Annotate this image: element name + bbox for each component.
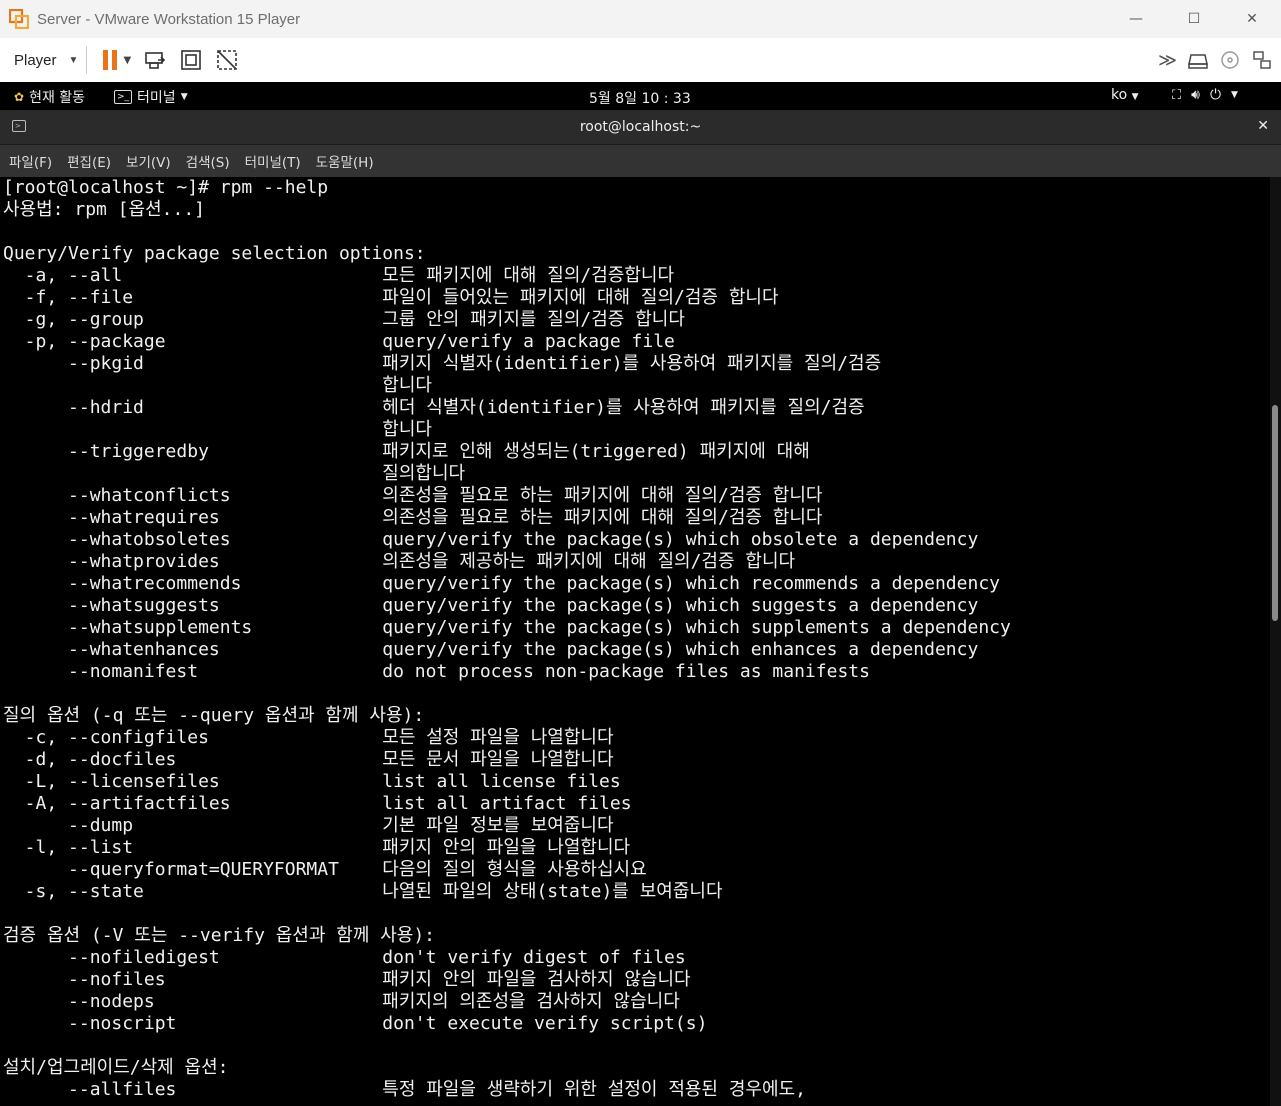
terminal-line: -s, --state 나열된 파일의 상태(state)를 보여줍니다 bbox=[3, 881, 723, 902]
terminal-line: --queryformat=QUERYFORMAT 다음의 질의 형식을 사용하… bbox=[3, 859, 647, 880]
activities-label: 현재 활동 bbox=[29, 90, 86, 106]
menu-help[interactable]: 도움말(H) bbox=[316, 151, 374, 171]
terminal-line: --hdrid 헤더 식별자(identifier)를 사용하여 패키지를 질의… bbox=[3, 397, 865, 418]
terminal-line: --whatprovides 의존성을 제공하는 패키지에 대해 질의/검증 합… bbox=[3, 551, 796, 572]
terminal-app-icon: >_ bbox=[114, 90, 133, 104]
terminal-menubar: 파일(F) 편집(E) 보기(V) 검색(S) 터미널(T) 도움말(H) bbox=[0, 145, 1281, 177]
app-menu-button[interactable]: >_ 터미널 ▼ bbox=[114, 87, 188, 107]
player-menu-button[interactable]: Player ▼ bbox=[14, 52, 78, 69]
terminal-line: --whatconflicts 의존성을 필요로 하는 패키지에 대해 질의/검… bbox=[3, 485, 823, 506]
app-menu-label: 터미널 bbox=[137, 90, 176, 106]
cd-dvd-icon[interactable] bbox=[1219, 49, 1241, 71]
input-language-label: ko bbox=[1111, 87, 1128, 103]
terminal-line: --nodeps 패키지의 의존성을 검사하지 않습니다 bbox=[3, 991, 680, 1012]
network-adapter-icon[interactable] bbox=[1251, 49, 1273, 71]
player-menu-label: Player bbox=[14, 51, 57, 69]
vmware-titlebar: Server - VMware Workstation 15 Player — … bbox=[0, 0, 1281, 38]
terminal-close-icon[interactable]: ✕ bbox=[1257, 118, 1269, 134]
volume-icon: 🔊︎ bbox=[1191, 87, 1200, 103]
terminal-line: --noscript don't execute verify script(s… bbox=[3, 1013, 708, 1034]
system-menu-button[interactable]: ⛶ 🔊︎ ⏻ ▼ bbox=[1172, 87, 1238, 103]
gnome-top-bar: ✿ 현재 활동 >_ 터미널 ▼ 5월 8일 10 : 33 ko ▼ ⛶ 🔊︎… bbox=[0, 82, 1281, 110]
vmware-logo-icon bbox=[8, 8, 30, 30]
scrollbar-thumb[interactable] bbox=[1272, 405, 1278, 621]
activities-button[interactable]: ✿ 현재 활동 bbox=[14, 87, 85, 107]
chevron-down-icon: ▼ bbox=[68, 54, 79, 66]
terminal-line: -l, --list 패키지 안의 파일을 나열합니다 bbox=[3, 837, 631, 858]
terminal-line: --whatsuggests query/verify the package(… bbox=[3, 595, 979, 616]
input-language-button[interactable]: ko ▼ bbox=[1111, 87, 1139, 103]
more-devices-icon[interactable]: ≫ bbox=[1158, 50, 1177, 71]
clock[interactable]: 5월 8일 10 : 33 bbox=[589, 88, 691, 108]
toolbar-divider bbox=[86, 46, 88, 74]
terminal-title: root@localhost:~ bbox=[579, 119, 702, 135]
terminal-line: -p, --package query/verify a package fil… bbox=[3, 331, 675, 352]
terminal-line: -a, --all 모든 패키지에 대해 질의/검증합니다 bbox=[3, 265, 675, 286]
terminal-line: --allfiles 특정 파일을 생략하기 위한 설정이 적용된 경우에도, bbox=[3, 1079, 806, 1100]
terminal-line: -f, --file 파일이 들어있는 패키지에 대해 질의/검증 합니다 bbox=[3, 287, 779, 308]
terminal-line: -A, --artifactfiles list all artifact fi… bbox=[3, 793, 632, 814]
terminal-line: --whatrequires 의존성을 필요로 하는 패키지에 대해 질의/검증… bbox=[3, 507, 823, 528]
terminal-scrollbar[interactable] bbox=[1270, 177, 1281, 1106]
close-button[interactable]: ✕ bbox=[1223, 0, 1281, 38]
minimize-button[interactable]: — bbox=[1107, 0, 1165, 38]
terminal-line: --whatrecommends query/verify the packag… bbox=[3, 573, 1000, 594]
terminal-line: --whatsupplements query/verify the packa… bbox=[3, 617, 1011, 638]
terminal-line: --whatobsoletes query/verify the package… bbox=[3, 529, 979, 550]
menu-terminal[interactable]: 터미널(T) bbox=[245, 151, 301, 171]
terminal-line: 합니다 bbox=[3, 419, 432, 440]
chevron-down-icon: ▼ bbox=[180, 92, 188, 102]
window-title: Server - VMware Workstation 15 Player bbox=[37, 10, 301, 28]
terminal-line: Query/Verify package selection options: bbox=[3, 243, 426, 264]
terminal-line: 사용법: rpm [옵션...] bbox=[3, 199, 206, 220]
terminal-line: --triggeredby 패키지로 인해 생성되는(triggered) 패키… bbox=[3, 441, 810, 462]
terminal-headerbar: > root@localhost:~ ✕ bbox=[0, 110, 1281, 145]
terminal-line: --dump 기본 파일 정보를 보여줍니다 bbox=[3, 815, 614, 836]
menu-file[interactable]: 파일(F) bbox=[9, 151, 52, 171]
terminal-line: -c, --configfiles 모든 설정 파일을 나열합니다 bbox=[3, 727, 614, 748]
network-wired-icon: ⛶ bbox=[1172, 87, 1182, 103]
terminal-line: --whatenhances query/verify the package(… bbox=[3, 639, 979, 660]
menu-edit[interactable]: 편집(E) bbox=[67, 151, 111, 171]
terminal-line: 질의합니다 bbox=[3, 463, 466, 484]
maximize-button[interactable]: ☐ bbox=[1165, 0, 1223, 38]
pause-dropdown-icon[interactable]: ▼ bbox=[123, 55, 131, 66]
power-icon: ⏻ bbox=[1209, 87, 1222, 103]
terminal-line: --pkgid 패키지 식별자(identifier)를 사용하여 패키지를 질… bbox=[3, 353, 882, 374]
hard-disk-icon[interactable] bbox=[1187, 49, 1209, 71]
terminal-line: -g, --group 그룹 안의 패키지를 질의/검증 합니다 bbox=[3, 309, 685, 330]
pause-icon[interactable] bbox=[103, 50, 118, 70]
terminal-line: 질의 옵션 (-q 또는 --query 옵션과 함께 사용): bbox=[3, 705, 425, 726]
send-ctrl-alt-del-icon[interactable] bbox=[143, 48, 167, 72]
terminal-line: -L, --licensefiles list all license file… bbox=[3, 771, 621, 792]
terminal-line: [root@localhost ~]# rpm --help bbox=[3, 177, 329, 198]
gnome-foot-icon: ✿ bbox=[14, 90, 25, 104]
menu-view[interactable]: 보기(V) bbox=[126, 151, 171, 171]
menu-search[interactable]: 검색(S) bbox=[186, 151, 230, 171]
terminal-line: 설치/업그레이드/삭제 옵션: bbox=[3, 1057, 229, 1078]
unity-mode-icon[interactable] bbox=[215, 48, 239, 72]
terminal-line: 합니다 bbox=[3, 375, 432, 396]
terminal-line: --nofiles 패키지 안의 파일을 검사하지 않습니다 bbox=[3, 969, 691, 990]
terminal-output[interactable]: [root@localhost ~]# rpm --help 사용법: rpm [… bbox=[0, 177, 1270, 1106]
vmware-toolbar: Player ▼ ▼ ≫ bbox=[0, 38, 1281, 83]
terminal-line: 검증 옵션 (-V 또는 --verify 옵션과 함께 사용): bbox=[3, 925, 436, 946]
chevron-down-icon: ▼ bbox=[1131, 92, 1139, 102]
terminal-line: --nomanifest do not process non-package … bbox=[3, 661, 870, 682]
terminal-line: --nofiledigest don't verify digest of fi… bbox=[3, 947, 686, 968]
chevron-down-icon: ▼ bbox=[1231, 90, 1238, 100]
fullscreen-icon[interactable] bbox=[179, 48, 203, 72]
terminal-line: -d, --docfiles 모든 문서 파일을 나열합니다 bbox=[3, 749, 614, 770]
